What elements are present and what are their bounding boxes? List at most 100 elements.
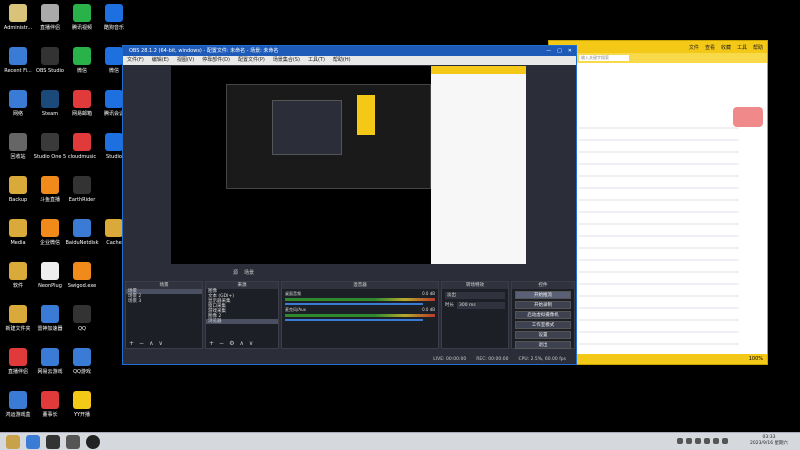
add-icon[interactable]: + <box>129 340 134 348</box>
desktop-icon[interactable]: Steam <box>32 90 68 117</box>
desktop-icon[interactable]: 董事长 <box>32 391 68 418</box>
obs-menu-item[interactable]: 配置文件(P) <box>238 56 265 65</box>
volume-meter <box>285 298 435 301</box>
desktop-icon[interactable]: Swigod.exe <box>64 262 100 289</box>
pc-button[interactable] <box>733 107 763 127</box>
browser-menu-item[interactable]: 查看 <box>705 44 715 51</box>
desktop-icon[interactable]: 新建文件夹 <box>0 305 36 332</box>
taskbar-app-1[interactable] <box>26 434 40 449</box>
browser-menu-item[interactable]: 文件 <box>689 44 699 51</box>
obs-status-bar: LIVE: 00:00:00 REC: 00:00:00 CPU: 2.5%, … <box>123 355 576 364</box>
obs-window[interactable]: OBS 28.1.2 (64-bit, windows) - 配置文件: 未命名… <box>122 45 577 365</box>
browser-menu-item[interactable]: 工具 <box>737 44 747 51</box>
desktop-icon[interactable]: YY开播 <box>64 391 100 418</box>
clock-date: 2023/9/16 星期六 <box>749 441 788 446</box>
desktop-icon[interactable]: 腾讯视频 <box>64 4 100 31</box>
obs-menu-item[interactable]: 帮助(H) <box>333 56 351 65</box>
browser-menu-item[interactable]: 帮助 <box>753 44 763 51</box>
app-icon <box>73 133 91 151</box>
obs-taskbar-icon[interactable] <box>86 434 100 449</box>
obs-menu-item[interactable]: 停靠部件(D) <box>202 56 230 65</box>
desktop-icon[interactable]: QQ游戏 <box>64 348 100 375</box>
desktop-icon[interactable]: 雷神加速器 <box>32 305 68 332</box>
desktop-icon[interactable]: cloudmusic <box>64 133 100 160</box>
obs-menu-bar: 文件(F) 编辑(E) 视图(V) 停靠部件(D) 配置文件(P) 场景集合(S) 工具(T… <box>123 56 576 65</box>
desktop-icon[interactable]: Recent Fi... <box>0 47 36 74</box>
desktop-icon-label: 微信 <box>76 68 87 74</box>
app-icon <box>73 4 91 22</box>
start-button[interactable] <box>6 434 20 449</box>
clock[interactable]: 03:33 2023/9/16 星期六 <box>750 435 788 447</box>
mixer-channel: 桌面音频 0.0 dB <box>285 291 435 305</box>
taskbar-app-2[interactable] <box>46 434 60 449</box>
desktop-icon[interactable]: 鸿运游戏盒 <box>0 391 36 418</box>
desktop-icon[interactable]: Backup <box>0 176 36 203</box>
desktop-icon[interactable]: NeonPlug <box>32 262 68 289</box>
app-icon <box>73 305 91 323</box>
up-icon[interactable]: ∧ <box>239 340 243 348</box>
desktop-icon[interactable]: 企业微信 <box>32 219 68 246</box>
preview-tab[interactable]: 场景 <box>244 269 254 277</box>
up-icon[interactable]: ∧ <box>149 340 153 348</box>
down-icon[interactable]: ∨ <box>158 340 162 348</box>
desktop-icon-label: 鸿运游戏盒 <box>5 412 31 418</box>
desktop-icon[interactable]: 微信 <box>64 47 100 74</box>
obs-menu-item[interactable]: 视图(V) <box>177 56 194 65</box>
desktop-icon[interactable]: 软件 <box>0 262 36 289</box>
remove-icon[interactable]: − <box>219 340 224 348</box>
maximize-icon[interactable]: □ <box>557 46 562 56</box>
desktop-icon[interactable]: 回收站 <box>0 133 36 160</box>
browser-search-input[interactable]: 输入关键字搜索 <box>579 55 629 61</box>
volume-fader[interactable] <box>285 319 423 321</box>
scene-item[interactable]: 场景 3 <box>126 299 202 304</box>
desktop-icon[interactable]: Studio One 5 <box>32 133 68 160</box>
control-button[interactable]: 开始录制 <box>515 301 571 309</box>
desktop-icon[interactable]: OBS Studio <box>32 47 68 74</box>
desktop-icon[interactable]: Administr... <box>0 4 36 31</box>
desktop-icon[interactable]: 网络 <box>0 90 36 117</box>
obs-preview[interactable] <box>171 66 526 264</box>
desktop-icon[interactable]: QQ <box>64 305 100 332</box>
desktop-icon-label: 斗鱼直播 <box>39 197 60 203</box>
cpu-status: CPU: 2.5%, 60.00 fps <box>518 357 567 362</box>
down-icon[interactable]: ∨ <box>249 340 253 348</box>
minimize-icon[interactable]: — <box>546 46 551 56</box>
control-button[interactable]: 工作室模式 <box>515 321 571 329</box>
desktop-icon[interactable]: 斗鱼直播 <box>32 176 68 203</box>
app-icon <box>105 4 123 22</box>
desktop-icon[interactable]: 直播伴侣 <box>0 348 36 375</box>
preview-tabs: 源场景 <box>233 269 254 277</box>
desktop-icon[interactable]: Media <box>0 219 36 246</box>
app-icon <box>41 262 59 280</box>
desktop-icon-label: 网易邮箱 <box>71 111 92 117</box>
app-icon <box>73 219 91 237</box>
transition-select[interactable]: 淡出 <box>445 292 505 299</box>
browser-menu-item[interactable]: 收藏 <box>721 44 731 51</box>
desktop-icon-label: BaiduNetdisk <box>65 240 99 246</box>
taskbar-app-3[interactable] <box>66 434 80 449</box>
desktop-icon[interactable]: 网易云游戏 <box>32 348 68 375</box>
desktop-icon[interactable]: EarthRider <box>64 176 100 203</box>
duration-input[interactable]: 300 ms <box>457 302 505 309</box>
obs-menu-item[interactable]: 编辑(E) <box>152 56 169 65</box>
desktop-icon-label: 软件 <box>12 283 23 289</box>
desktop-icon[interactable]: 直播伴侣 <box>32 4 68 31</box>
obs-menu-item[interactable]: 场景集合(S) <box>273 56 300 65</box>
remove-icon[interactable]: − <box>139 340 144 348</box>
add-icon[interactable]: + <box>209 340 214 348</box>
obs-menu-item[interactable]: 工具(T) <box>308 56 325 65</box>
control-button[interactable]: 设置 <box>515 331 571 339</box>
desktop-icon[interactable]: 网易邮箱 <box>64 90 100 117</box>
browser-window[interactable]: 文件 查看 收藏 工具 帮助 输入关键字搜索 100% <box>548 40 768 365</box>
source-item[interactable]: 浏览器 <box>206 319 278 324</box>
control-button[interactable]: 退出 <box>515 341 571 349</box>
gear-icon[interactable]: ⚙ <box>229 340 234 348</box>
obs-menu-item[interactable]: 文件(F) <box>127 56 144 65</box>
desktop-icon[interactable]: 酷狗音乐 <box>96 4 132 31</box>
desktop-icon[interactable]: BaiduNetdisk <box>64 219 100 246</box>
control-button[interactable]: 开始推流 <box>515 291 571 299</box>
preview-tab[interactable]: 源 <box>233 269 238 277</box>
control-button[interactable]: 启动虚拟摄像机 <box>515 311 571 319</box>
volume-fader[interactable] <box>285 303 423 305</box>
close-icon[interactable]: ✕ <box>568 46 572 56</box>
